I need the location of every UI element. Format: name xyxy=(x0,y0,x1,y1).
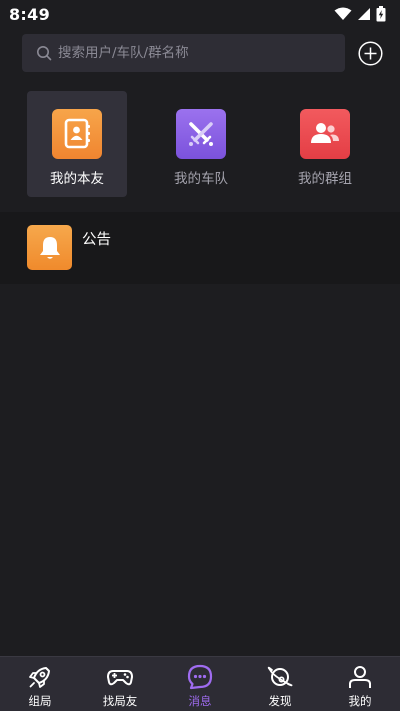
messages-screen: 8:49 搜索用户/车队/群名称 我的本友 我的车队 我的群组 公告 组局 找局… xyxy=(0,0,400,711)
tab-label: 找局友 xyxy=(102,694,138,708)
notice-row[interactable]: 公告 xyxy=(0,212,400,284)
signal-icon xyxy=(358,8,370,20)
bottom-tab-bar: 组局 找局友 消息 发现 我的 xyxy=(0,656,400,711)
entry-my-friends[interactable]: 我的本友 xyxy=(27,91,127,197)
tab-organize[interactable]: 组局 xyxy=(0,657,80,711)
search-icon xyxy=(37,46,52,61)
status-bar: 8:49 xyxy=(0,0,400,28)
person-icon xyxy=(349,666,371,688)
tab-messages[interactable]: 消息 xyxy=(160,657,240,711)
chat-bubble-icon xyxy=(187,664,213,690)
entry-my-team[interactable]: 我的车队 xyxy=(151,91,251,197)
entry-label: 我的车队 xyxy=(174,171,228,187)
notice-title: 公告 xyxy=(82,232,111,248)
rocket-icon xyxy=(29,667,50,688)
search-bar[interactable] xyxy=(22,34,345,72)
entry-row: 我的本友 我的车队 我的群组 xyxy=(0,90,400,200)
wifi-icon xyxy=(334,7,352,20)
tab-label: 组局 xyxy=(28,694,52,708)
entry-my-groups[interactable]: 我的群组 xyxy=(275,91,375,197)
tab-profile[interactable]: 我的 xyxy=(320,657,400,711)
entry-label: 我的本友 xyxy=(50,171,104,187)
tab-label: 消息 xyxy=(188,694,212,708)
add-icon[interactable] xyxy=(358,41,383,66)
address-book-icon xyxy=(52,109,102,159)
search-input[interactable] xyxy=(58,45,345,61)
battery-icon xyxy=(376,6,386,22)
planet-icon xyxy=(267,666,293,687)
status-icons xyxy=(334,6,386,22)
tab-label: 发现 xyxy=(268,694,292,708)
crossed-swords-icon xyxy=(176,109,226,159)
tab-discover[interactable]: 发现 xyxy=(240,657,320,711)
status-time: 8:49 xyxy=(9,4,50,24)
tab-label: 我的 xyxy=(348,694,372,708)
bell-icon xyxy=(27,225,72,270)
tab-find-friends[interactable]: 找局友 xyxy=(80,657,160,711)
gamepad-icon xyxy=(107,670,133,686)
entry-label: 我的群组 xyxy=(298,171,352,187)
group-icon xyxy=(300,109,350,159)
